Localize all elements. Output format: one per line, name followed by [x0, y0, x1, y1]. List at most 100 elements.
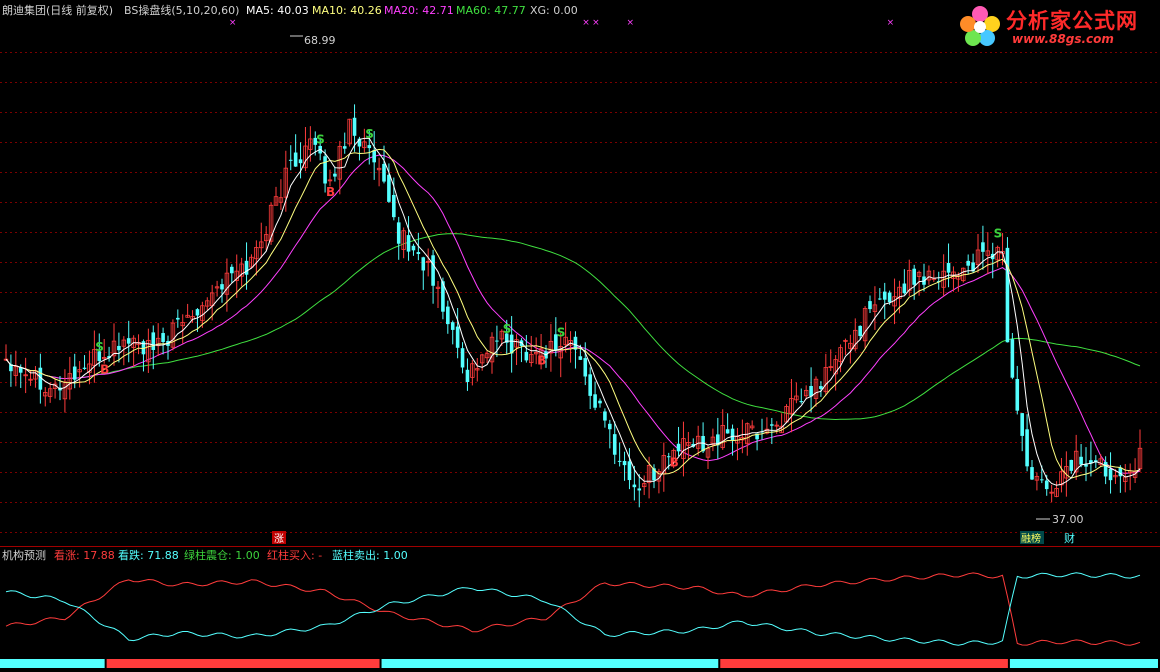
- candle-body: [981, 242, 985, 252]
- xg-mark: ×: [592, 18, 600, 28]
- kandie-value: 看跌: 71.88: [118, 548, 179, 562]
- candle-body: [819, 386, 823, 389]
- sell-signal: S: [365, 127, 374, 141]
- badge2: 财: [1064, 531, 1075, 545]
- candle-body: [392, 194, 396, 218]
- candle-body: [495, 340, 499, 342]
- candle-body: [72, 366, 77, 380]
- candle-body: [293, 152, 298, 167]
- candle-body: [1015, 378, 1020, 411]
- candle-body: [1010, 339, 1015, 378]
- sub-indicator-lines: [5, 572, 1141, 646]
- xg-mark: ×: [626, 18, 634, 28]
- sub-indicator-bar: [0, 659, 1158, 668]
- candle-body: [161, 333, 165, 343]
- candle-body: [117, 345, 121, 351]
- candle-body: [298, 159, 303, 164]
- candle-body: [288, 159, 293, 161]
- candle-body: [230, 266, 234, 274]
- sell-signal: S: [557, 325, 566, 339]
- candle-body: [868, 301, 872, 310]
- red-bar-value: 红柱买入: -: [267, 548, 322, 562]
- chart-canvas: SS SS SSBBBB × × × × × 朗迪集团(日线 前复权) BS操盘线(5,10…: [0, 3, 1160, 668]
- xg-mark: ×: [229, 18, 237, 28]
- candle-body: [342, 146, 347, 149]
- sub-bar-segment: [0, 659, 105, 668]
- low-price-label: 37.00: [1052, 513, 1084, 526]
- logo-brand: 分析家公式网: [1006, 9, 1138, 33]
- candle-body: [770, 424, 774, 426]
- candle-body: [887, 292, 892, 303]
- candle-body: [637, 488, 642, 491]
- candle-body: [588, 374, 592, 396]
- candle-body: [367, 145, 372, 149]
- ma10-line: [5, 148, 1141, 479]
- candle-body: [878, 298, 882, 300]
- sub-red-line: [5, 572, 1141, 646]
- sub-bar-segment: [381, 659, 719, 668]
- candle-body: [583, 358, 588, 377]
- candle-body: [1103, 461, 1108, 477]
- candle-body: [455, 326, 460, 348]
- sell-signal: S: [994, 226, 1003, 240]
- xg-mark: ×: [582, 18, 590, 28]
- sell-signal: S: [95, 340, 104, 354]
- kanzhang-value: 看涨: 17.88: [54, 548, 115, 562]
- candle-body: [622, 460, 627, 466]
- candle-body: [126, 338, 131, 344]
- candle-body: [608, 423, 612, 430]
- candle-body: [151, 332, 156, 350]
- candle-body: [244, 260, 249, 275]
- ma5-value: MA5: 40.03: [246, 4, 309, 17]
- candle-body: [82, 367, 87, 369]
- candle-body: [578, 356, 583, 360]
- ma10-path: [5, 148, 1141, 479]
- sub-bar-segment: [1009, 659, 1158, 668]
- candle-body: [1025, 429, 1029, 467]
- candle-body: [446, 306, 450, 325]
- candle-body: [416, 252, 421, 254]
- sub-title: 机构预测: [2, 548, 46, 562]
- xg-mark: ×: [887, 18, 895, 28]
- sub-bar-segment: [106, 659, 380, 668]
- indicator-name: BS操盘线(5,10,20,60): [124, 3, 239, 17]
- blue-bar-value: 蓝柱卖出: 1.00: [332, 548, 408, 562]
- candle-body: [333, 173, 337, 177]
- candle-body: [421, 257, 426, 271]
- ma10-value: MA10: 40.26: [312, 4, 382, 17]
- candle-body: [1044, 480, 1049, 490]
- candle-body: [725, 429, 730, 434]
- buy-signal: B: [100, 362, 109, 376]
- grid-lines: [0, 52, 1160, 533]
- zhang-marker: 涨: [274, 533, 284, 545]
- ma60-value: MA60: 47.77: [456, 4, 526, 17]
- candle-body: [1079, 456, 1083, 465]
- buy-signal: B: [537, 354, 546, 368]
- stock-title: 朗迪集团(日线 前复权): [2, 3, 113, 17]
- xg-value: XG: 0.00: [530, 4, 578, 17]
- candle-body: [382, 163, 386, 182]
- candle-body: [1005, 247, 1010, 343]
- candle-body: [632, 484, 637, 488]
- candle-body: [1069, 459, 1074, 471]
- candle-body: [411, 245, 416, 251]
- candle-body: [809, 385, 813, 397]
- ma5-path: [5, 137, 1141, 486]
- sell-signal: S: [316, 132, 325, 146]
- candle-body: [524, 351, 529, 361]
- candle-body: [372, 150, 376, 163]
- sub-bar-segment: [720, 659, 1008, 668]
- buy-signal: B: [670, 455, 679, 469]
- candle-body: [676, 443, 681, 452]
- candle-body: [176, 317, 180, 320]
- candle-body: [195, 309, 200, 316]
- candle-body: [598, 400, 602, 404]
- candle-body: [323, 156, 327, 184]
- candle-body: [882, 291, 887, 300]
- ma5-line: [5, 137, 1141, 486]
- candle-body: [1030, 467, 1034, 480]
- candle-body: [603, 411, 607, 421]
- candle-body: [465, 369, 470, 383]
- candle-body: [612, 434, 617, 455]
- xg-marks: × × × × ×: [229, 18, 894, 28]
